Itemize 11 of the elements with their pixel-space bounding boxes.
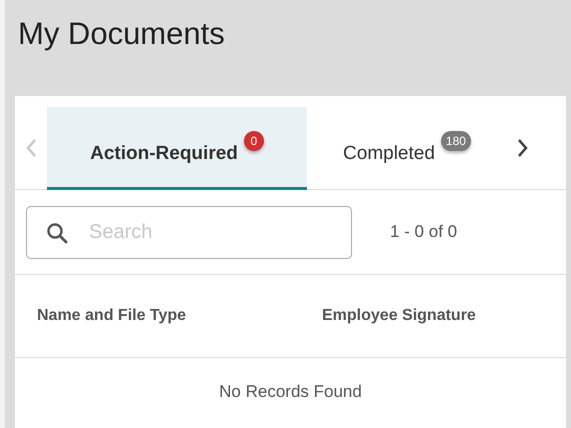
chevron-right-icon[interactable] <box>517 138 529 158</box>
page-title: My Documents <box>17 15 226 53</box>
empty-message: No Records Found <box>219 382 362 402</box>
count-badge: 180 <box>440 130 471 150</box>
tab[interactable]: Completed 180 <box>307 106 507 190</box>
column-header: Name and File Type <box>37 307 188 325</box>
count-badge: 0 <box>244 130 264 150</box>
column-header: Employee Signature <box>322 307 476 325</box>
tab[interactable]: Action-Required 0 <box>47 106 307 190</box>
search-icon <box>45 220 69 244</box>
record-range: 1 - 0 of 0 <box>390 222 458 242</box>
